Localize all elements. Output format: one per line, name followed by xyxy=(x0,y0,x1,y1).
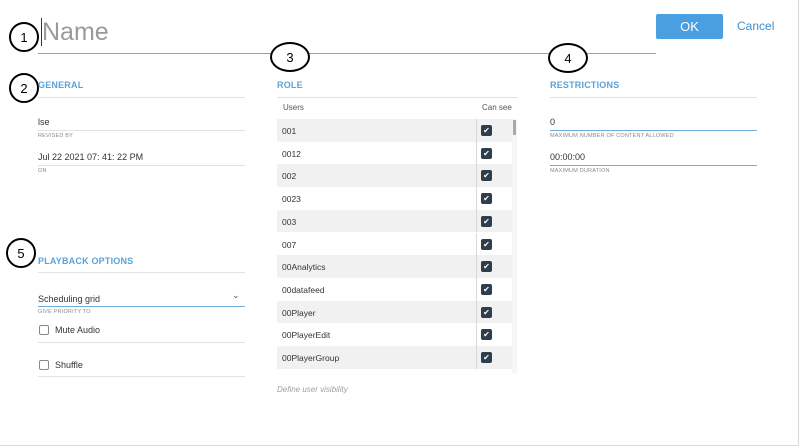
annotation-2: 2 xyxy=(9,73,39,103)
can-see-checkbox[interactable]: ✔ xyxy=(481,215,492,227)
checkmark-icon: ✔ xyxy=(483,307,490,317)
max-content-input[interactable]: 0 xyxy=(550,117,555,127)
col-users-header: Users xyxy=(283,103,304,112)
role-scrollbar-track[interactable] xyxy=(512,119,517,373)
role-title: ROLE xyxy=(277,80,303,90)
priority-caption: GIVE PRIORITY TO xyxy=(38,309,91,315)
annotation-4: 4 xyxy=(548,43,588,73)
annotation-1: 1 xyxy=(9,22,39,52)
checkmark-icon: ✔ xyxy=(483,353,490,362)
mute-audio-checkbox[interactable] xyxy=(39,325,49,335)
user-name: 001 xyxy=(282,126,297,136)
role-scrollbar-thumb[interactable] xyxy=(513,120,516,135)
can-see-checkbox[interactable]: ✔ xyxy=(481,170,492,182)
user-name: 007 xyxy=(282,239,297,250)
role-table-header: Users Can see xyxy=(277,98,518,118)
cancel-link[interactable]: Cancel xyxy=(737,19,774,33)
column-divider xyxy=(476,277,477,301)
general-title: GENERAL xyxy=(38,80,84,90)
can-see-checkbox[interactable]: ✔ xyxy=(481,306,492,318)
column-divider xyxy=(476,300,477,324)
table-row[interactable]: 001 ✔ xyxy=(277,119,515,142)
restrictions-title: RESTRICTIONS xyxy=(550,80,620,90)
column-divider xyxy=(476,255,477,278)
role-hint: Define user visibility xyxy=(277,385,348,394)
role-table-body[interactable]: 001 ✔ 0012 ✔ 002 ✔ 0023 ✔ 003 ✔ 007 ✔ 00Analytics ✔ 00… xyxy=(277,119,518,373)
can-see-checkbox[interactable]: ✔ xyxy=(481,352,492,363)
user-name: 0023 xyxy=(282,194,301,205)
can-see-checkbox[interactable]: ✔ xyxy=(481,193,492,205)
can-see-checkbox[interactable]: ✔ xyxy=(481,283,492,295)
can-see-checkbox[interactable]: ✔ xyxy=(481,125,492,136)
shuffle-label: Shuffle xyxy=(55,360,83,370)
priority-select-underline xyxy=(38,306,245,307)
user-name: 00datafeed xyxy=(282,284,325,295)
playback-divider xyxy=(38,272,245,273)
can-see-checkbox[interactable]: ✔ xyxy=(481,261,492,273)
max-content-caption: MAXIMUM NUMBER OF CONTENT ALLOWED xyxy=(550,133,674,139)
can-see-checkbox[interactable]: ✔ xyxy=(481,329,492,341)
restrictions-divider xyxy=(550,97,757,98)
column-divider xyxy=(476,232,477,256)
column-divider xyxy=(476,141,477,165)
ok-button[interactable]: OK xyxy=(656,14,723,39)
mute-divider xyxy=(38,342,245,343)
annotation-3: 3 xyxy=(270,42,310,72)
table-row[interactable]: 00datafeed ✔ xyxy=(277,277,515,301)
checkmark-icon: ✔ xyxy=(483,284,490,294)
user-name: 003 xyxy=(282,216,297,227)
on-value: Jul 22 2021 07: 41: 22 PM xyxy=(38,152,144,162)
max-duration-input[interactable]: 00:00:00 xyxy=(550,152,585,162)
can-see-checkbox[interactable]: ✔ xyxy=(481,238,492,250)
revised-by-caption: REVISED BY xyxy=(38,133,74,139)
column-divider xyxy=(476,346,477,369)
table-row[interactable]: 003 ✔ xyxy=(277,209,515,233)
column-divider xyxy=(476,323,477,346)
shuffle-divider xyxy=(38,376,245,377)
max-duration-underline xyxy=(550,165,757,166)
column-divider xyxy=(476,164,477,188)
checkmark-icon: ✔ xyxy=(483,262,490,272)
table-row[interactable]: 00Player ✔ xyxy=(277,300,515,324)
column-divider xyxy=(476,187,477,210)
revised-by-value: lse xyxy=(38,117,50,127)
priority-select-value[interactable]: Scheduling grid xyxy=(38,294,100,304)
user-name: 00PlayerEdit xyxy=(282,330,331,341)
checkmark-icon: ✔ xyxy=(483,194,490,204)
checkmark-icon: ✔ xyxy=(483,148,490,158)
revised-by-underline xyxy=(38,130,245,131)
table-row[interactable]: 0023 ✔ xyxy=(277,187,515,210)
general-divider xyxy=(38,97,245,98)
user-name: 002 xyxy=(282,171,297,182)
table-row[interactable]: 007 ✔ xyxy=(277,232,515,256)
max-content-underline xyxy=(550,130,757,131)
user-name: 00Analytics xyxy=(282,262,326,273)
table-row[interactable]: 0012 ✔ xyxy=(277,141,515,165)
name-input[interactable] xyxy=(42,16,602,48)
user-name: 00Player xyxy=(282,307,316,318)
on-underline xyxy=(38,165,245,166)
table-row[interactable]: 00Analytics ✔ xyxy=(277,255,515,278)
column-divider xyxy=(476,119,477,142)
checkmark-icon: ✔ xyxy=(483,330,490,340)
shuffle-checkbox[interactable] xyxy=(39,360,49,370)
table-row[interactable]: 00PlayerEdit ✔ xyxy=(277,323,515,346)
checkmark-icon: ✔ xyxy=(483,171,490,181)
mute-audio-label: Mute Audio xyxy=(55,325,101,335)
col-can-see-header: Can see xyxy=(482,103,512,112)
checkmark-icon: ✔ xyxy=(483,126,490,135)
table-row[interactable]: 002 ✔ xyxy=(277,164,515,188)
checkmark-icon: ✔ xyxy=(483,239,490,249)
can-see-checkbox[interactable]: ✔ xyxy=(481,147,492,159)
annotation-5: 5 xyxy=(6,238,36,268)
table-row[interactable]: 00PlayerGroup ✔ xyxy=(277,346,515,369)
user-name: 00PlayerGroup xyxy=(282,353,340,363)
max-duration-caption: MAXIMUM DURATION xyxy=(550,168,610,174)
checkmark-icon: ✔ xyxy=(483,216,490,226)
on-caption: ON xyxy=(38,168,47,174)
playback-title: PLAYBACK OPTIONS xyxy=(38,256,134,266)
user-name: 0012 xyxy=(282,148,301,159)
column-divider xyxy=(476,209,477,233)
chevron-down-icon[interactable]: ⌄ xyxy=(232,290,240,301)
